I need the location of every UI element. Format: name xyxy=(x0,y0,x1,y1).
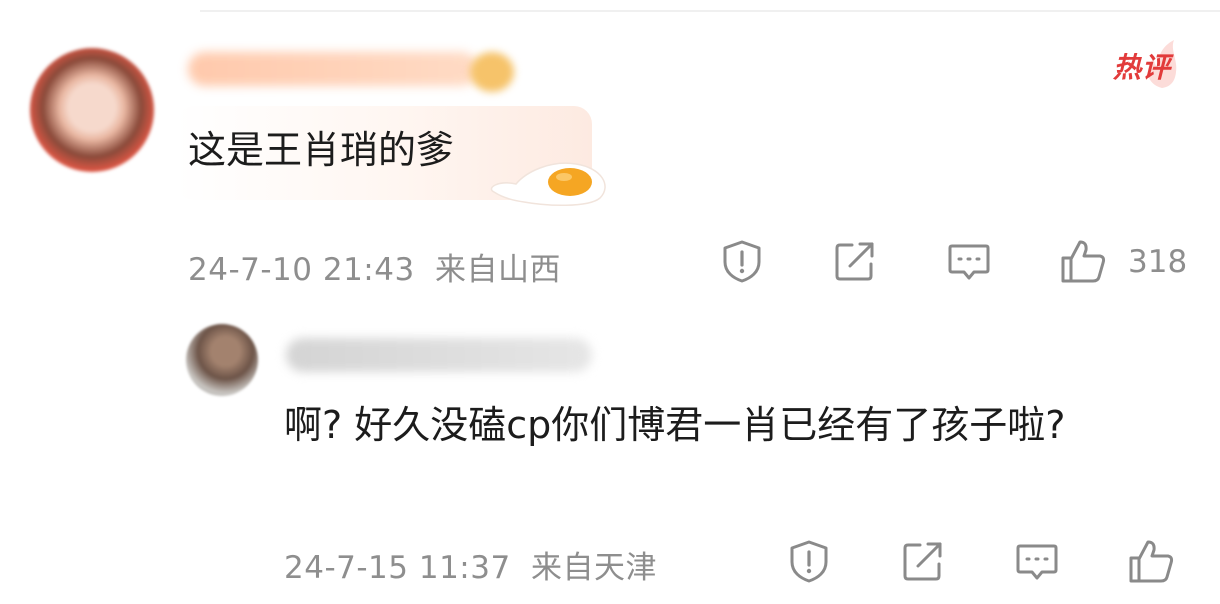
shield-exclamation-icon[interactable] xyxy=(719,238,765,284)
reply-username-blurred[interactable] xyxy=(286,338,592,372)
hot-badge-label: 热评 xyxy=(1112,51,1171,84)
fried-egg-icon xyxy=(490,162,606,207)
commenter-username-blurred[interactable] xyxy=(188,52,478,86)
user-level-badge-icon xyxy=(470,52,514,92)
comment-location: 来自山西 xyxy=(435,252,562,288)
comment-bubble-icon[interactable] xyxy=(1014,538,1060,584)
reply-meta: 24-7-15 11:37 来自天津 xyxy=(284,542,657,587)
comment-bubble-icon[interactable] xyxy=(946,238,992,284)
comment-meta: 24-7-10 21:43 来自山西 xyxy=(188,244,561,289)
comment-text[interactable]: 这是王肖琑的爹 xyxy=(188,126,454,174)
comment-date: 24-7-10 21:43 xyxy=(188,252,415,288)
like-count: 318 xyxy=(1128,244,1188,280)
reply-location: 来自天津 xyxy=(531,550,658,586)
commenter-avatar[interactable] xyxy=(30,48,154,172)
thumbs-up-icon[interactable] xyxy=(1058,236,1108,286)
share-arrow-icon[interactable] xyxy=(900,538,946,584)
shield-exclamation-icon[interactable] xyxy=(786,538,832,584)
reply-text[interactable]: 啊? 好久没磕cp你们博君一肖已经有了孩子啦? xyxy=(284,390,1164,460)
top-divider xyxy=(200,10,1220,12)
reply-avatar[interactable] xyxy=(186,324,258,396)
share-arrow-icon[interactable] xyxy=(832,238,878,284)
hot-comment-badge: 热评 xyxy=(1098,38,1186,94)
reply-date: 24-7-15 11:37 xyxy=(284,550,511,586)
thumbs-up-icon[interactable] xyxy=(1126,536,1176,586)
